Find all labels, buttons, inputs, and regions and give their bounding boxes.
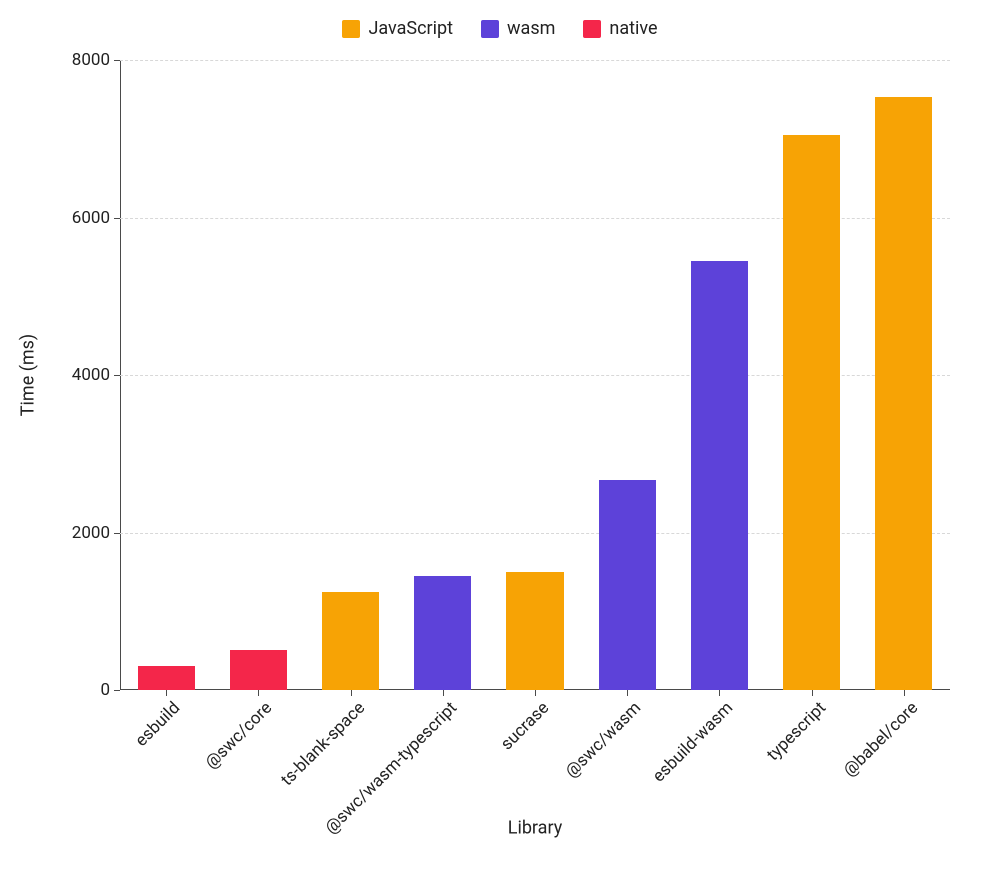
legend-swatch bbox=[481, 20, 499, 38]
bar[interactable] bbox=[322, 592, 379, 690]
bar[interactable] bbox=[414, 576, 471, 690]
x-tick-mark bbox=[904, 690, 905, 696]
x-tick-mark bbox=[535, 690, 536, 696]
x-tick-mark bbox=[351, 690, 352, 696]
chart-container: JavaScriptwasmnative 02000400060008000es… bbox=[0, 0, 1000, 870]
legend-item[interactable]: wasm bbox=[481, 18, 555, 39]
x-tick-label: @babel/core bbox=[839, 698, 922, 781]
x-tick-mark bbox=[443, 690, 444, 696]
x-tick-label: esbuild bbox=[132, 698, 185, 751]
bar[interactable] bbox=[783, 135, 840, 690]
legend-swatch bbox=[583, 20, 601, 38]
y-tick-label: 2000 bbox=[72, 523, 120, 543]
y-tick-label: 0 bbox=[100, 680, 120, 700]
y-tick-label: 8000 bbox=[72, 50, 120, 70]
legend-label: wasm bbox=[507, 18, 555, 39]
y-axis-title: Time (ms) bbox=[18, 334, 39, 416]
legend-label: JavaScript bbox=[368, 18, 453, 39]
legend-item[interactable]: JavaScript bbox=[342, 18, 453, 39]
legend-item[interactable]: native bbox=[583, 18, 657, 39]
x-tick-mark bbox=[258, 690, 259, 696]
bar[interactable] bbox=[506, 572, 563, 690]
grid-line bbox=[120, 60, 950, 61]
x-tick-label: @swc/wasm bbox=[562, 698, 646, 782]
bar[interactable] bbox=[875, 97, 932, 690]
y-tick-label: 4000 bbox=[72, 365, 120, 385]
x-tick-label: ts-blank-space bbox=[277, 698, 369, 790]
x-tick-mark bbox=[719, 690, 720, 696]
x-axis-title: Library bbox=[508, 818, 563, 839]
bar[interactable] bbox=[599, 480, 656, 690]
bar[interactable] bbox=[691, 261, 748, 690]
legend: JavaScript wasm native bbox=[0, 18, 1000, 39]
bar[interactable] bbox=[230, 650, 287, 690]
x-tick-label: esbuild-wasm bbox=[649, 698, 737, 786]
legend-swatch bbox=[342, 20, 360, 38]
x-tick-mark bbox=[627, 690, 628, 696]
x-tick-label: sucrase bbox=[497, 698, 553, 754]
plot-area: 02000400060008000esbuild@swc/corets-blan… bbox=[120, 60, 950, 690]
x-tick-mark bbox=[166, 690, 167, 696]
bar[interactable] bbox=[138, 666, 195, 690]
x-tick-mark bbox=[812, 690, 813, 696]
y-tick-label: 6000 bbox=[72, 208, 120, 228]
legend-label: native bbox=[609, 18, 657, 39]
x-tick-label: typescript bbox=[763, 698, 830, 765]
x-tick-label: @swc/core bbox=[202, 698, 277, 773]
